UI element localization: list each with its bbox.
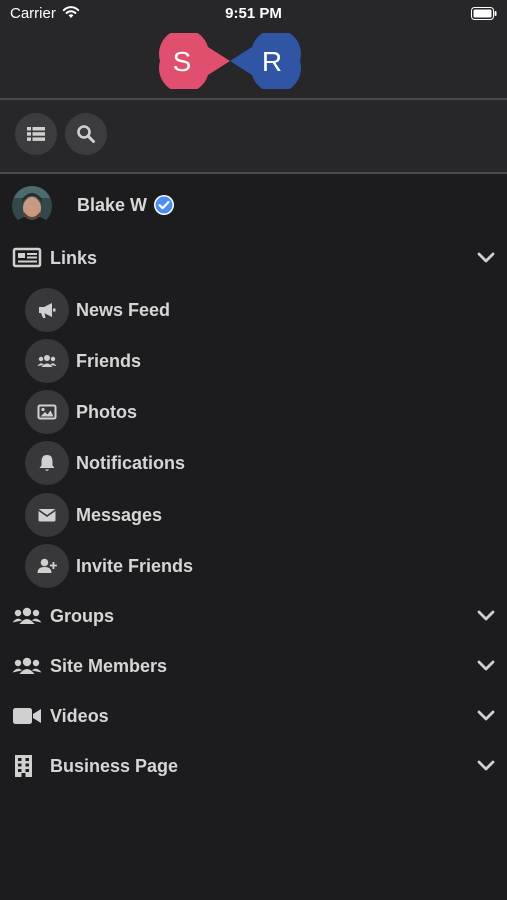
link-notifications[interactable]: Notifications: [0, 439, 507, 487]
list-icon: [27, 127, 45, 141]
clock: 9:51 PM: [225, 5, 282, 22]
link-invite-friends-icon-bg: [25, 544, 69, 588]
link-friends[interactable]: Friends: [0, 337, 507, 385]
chevron-down-icon[interactable]: [477, 250, 495, 266]
users-icon: [12, 657, 42, 674]
link-messages-icon-bg: [25, 493, 69, 537]
section-business-page-label: Business Page: [50, 756, 179, 776]
chevron-down-icon[interactable]: [477, 658, 495, 674]
friends-icon: [37, 355, 57, 367]
section-business-page[interactable]: Business Page: [0, 746, 507, 786]
profile-name[interactable]: Blake W: [77, 195, 147, 216]
link-messages-label: Messages: [76, 505, 163, 525]
link-photos-label: Photos: [76, 402, 137, 422]
avatar[interactable]: [12, 186, 52, 226]
link-messages[interactable]: Messages: [0, 491, 507, 539]
verified-badge-icon: [154, 195, 174, 215]
logo-letter-s: S: [173, 46, 192, 77]
section-site-members-label: Site Members: [50, 656, 168, 676]
chevron-down-icon[interactable]: [477, 608, 495, 624]
chevron-down-icon[interactable]: [477, 708, 495, 724]
toolbar: [0, 100, 507, 174]
link-invite-friends-label: Invite Friends: [76, 556, 194, 576]
users-icon: [12, 607, 42, 624]
image-icon: [37, 404, 57, 420]
megaphone-icon: [39, 303, 56, 318]
chevron-down-icon[interactable]: [477, 758, 495, 774]
section-groups-label: Groups: [50, 606, 115, 626]
building-icon: [15, 755, 32, 777]
logo-letter-r: R: [262, 46, 282, 77]
link-invite-friends[interactable]: Invite Friends: [0, 542, 507, 590]
link-friends-icon-bg: [25, 339, 69, 383]
link-news-feed[interactable]: News Feed: [0, 286, 507, 334]
link-photos[interactable]: Photos: [0, 388, 507, 436]
profile-row[interactable]: Blake W: [0, 182, 507, 230]
video-camera-icon: [13, 708, 41, 724]
link-photos-icon-bg: [25, 390, 69, 434]
user-plus-icon: [37, 558, 57, 573]
envelope-icon: [38, 509, 56, 522]
section-links[interactable]: Links: [0, 238, 507, 278]
app-logo[interactable]: S R: [158, 33, 302, 89]
link-news-feed-label: News Feed: [76, 300, 171, 320]
status-bar: Carrier 9:51 PM: [0, 0, 507, 28]
link-news-feed-icon-bg: [25, 288, 69, 332]
search-icon: [77, 125, 95, 143]
newspaper-icon: [12, 247, 42, 268]
app-header: S R: [0, 28, 507, 100]
section-videos[interactable]: Videos: [0, 696, 507, 736]
section-groups[interactable]: Groups: [0, 596, 507, 636]
menu-list-button[interactable]: [15, 113, 57, 155]
link-friends-label: Friends: [76, 351, 142, 371]
section-site-members[interactable]: Site Members: [0, 646, 507, 686]
section-videos-label: Videos: [50, 706, 109, 726]
search-button[interactable]: [65, 113, 107, 155]
bell-icon: [39, 455, 55, 471]
section-links-label: Links: [50, 248, 98, 268]
link-notifications-label: Notifications: [76, 453, 186, 473]
link-notifications-icon-bg: [25, 441, 69, 485]
battery-icon: [471, 7, 497, 20]
avatar-image: [12, 186, 52, 226]
